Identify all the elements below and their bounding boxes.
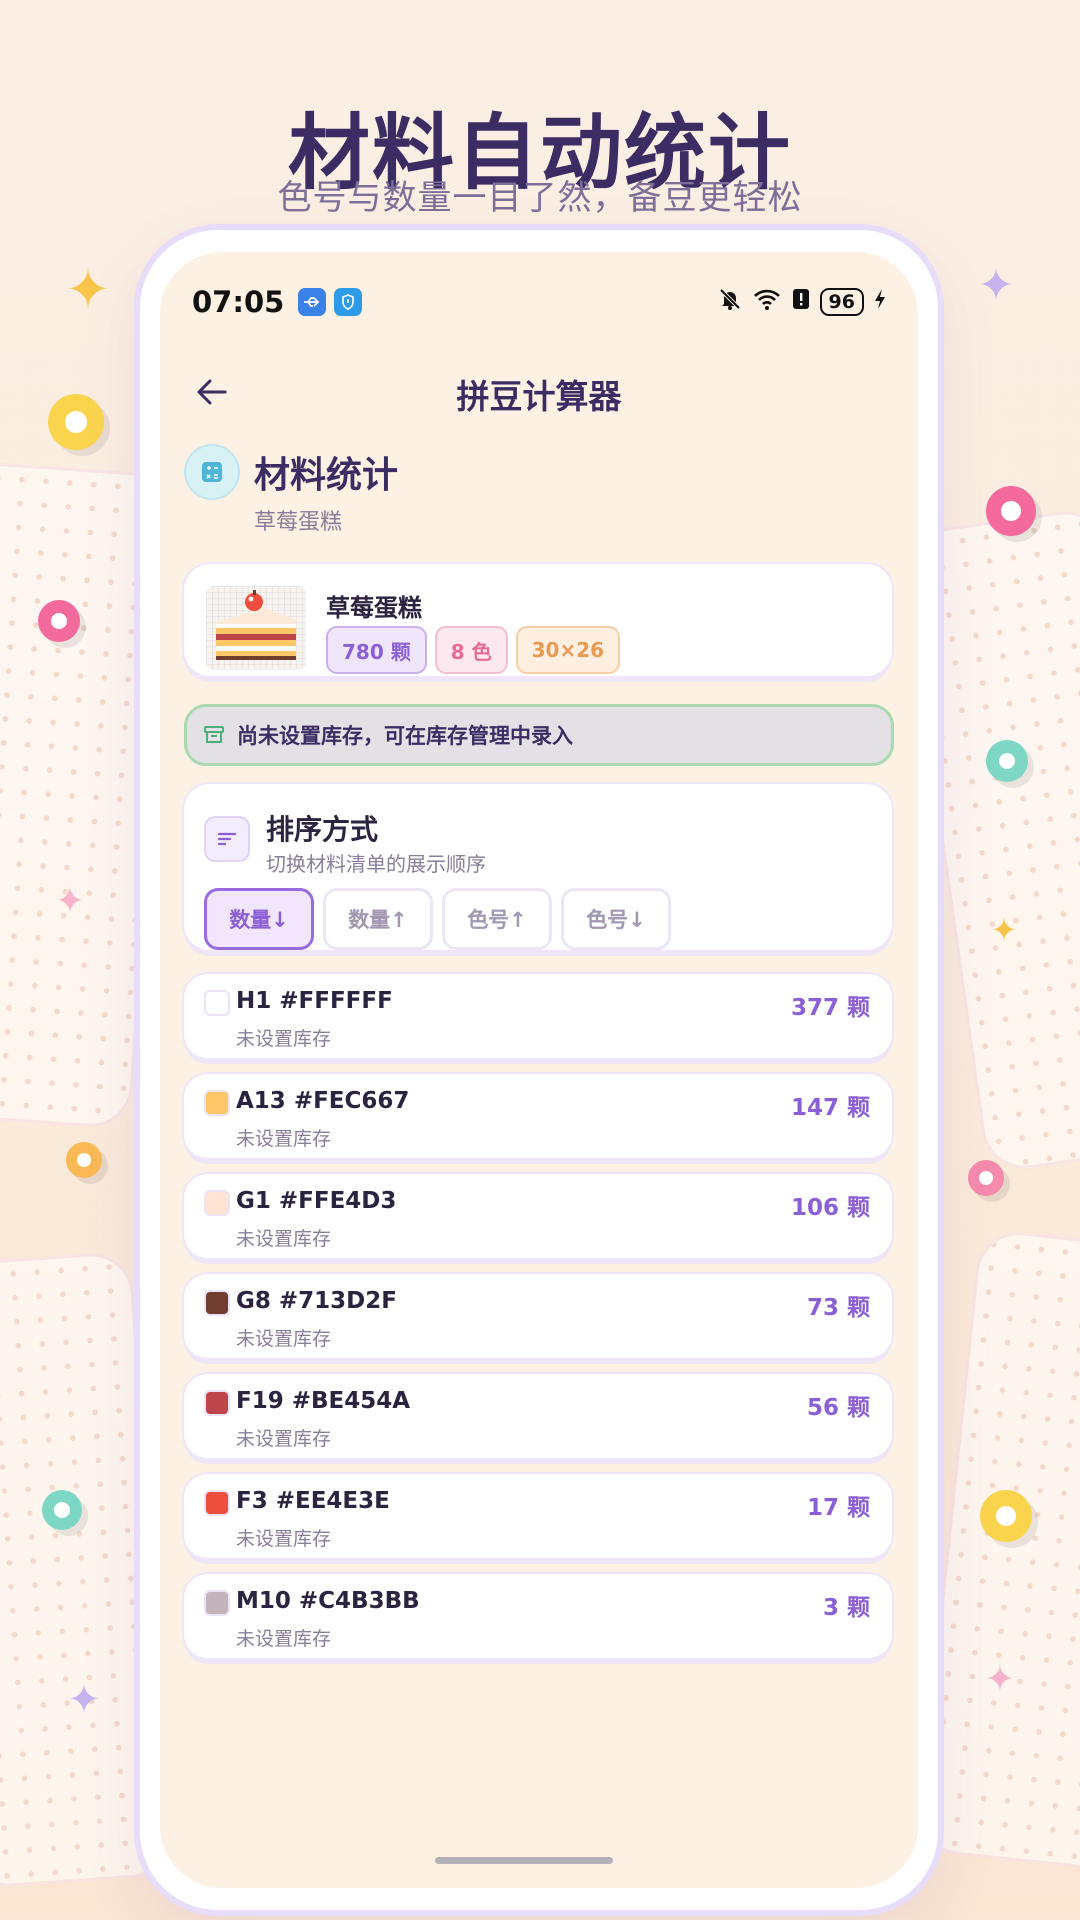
stock-status: 未设置库存	[236, 1028, 332, 1050]
stock-status: 未设置库存	[236, 1428, 332, 1450]
pattern-summary-card[interactable]: 草莓蛋糕 780 颗 8 色 30×26	[184, 564, 892, 676]
list-item[interactable]: G1 #FFE4D3 未设置库存 106 颗	[184, 1174, 892, 1258]
decor-sparkle-lilac: ✦	[977, 260, 1015, 311]
stock-status: 未设置库存	[236, 1128, 332, 1150]
decor-bead-pink-right	[986, 486, 1036, 536]
sort-count-asc-button[interactable]: 数量↑	[323, 888, 433, 950]
inventory-notice[interactable]: 尚未设置库存，可在库存管理中录入	[184, 704, 894, 766]
app-bar: 拼豆计算器	[160, 362, 918, 422]
color-code: A13 #FEC667	[236, 1088, 410, 1114]
list-item[interactable]: M10 #C4B3BB 未设置库存 3 颗	[184, 1574, 892, 1658]
decor-card-right-bottom	[918, 1231, 1080, 1869]
sort-count-desc-button[interactable]: 数量↓	[204, 888, 314, 950]
decor-bead-yellow	[48, 394, 104, 450]
home-indicator[interactable]	[435, 1857, 613, 1864]
sort-card: 排序方式 切换材料清单的展示顺序 数量↓ 数量↑ 色号↑ 色号↓	[184, 784, 892, 950]
bead-count: 377 颗	[790, 995, 870, 1021]
color-code: H1 #FFFFFF	[236, 988, 393, 1014]
size-badge: 30×26	[515, 626, 621, 674]
color-code: G1 #FFE4D3	[236, 1188, 397, 1214]
color-swatch	[204, 1490, 230, 1516]
color-code: F3 #EE4E3E	[236, 1488, 390, 1514]
bead-count: 17 颗	[806, 1495, 870, 1521]
wifi-icon	[752, 287, 782, 317]
status-time: 07:05	[192, 285, 285, 319]
mute-bell-icon	[718, 287, 742, 317]
bead-count: 106 颗	[790, 1195, 870, 1221]
list-item[interactable]: A13 #FEC667 未设置库存 147 颗	[184, 1074, 892, 1158]
bead-count-badge: 780 颗	[326, 626, 427, 674]
list-item[interactable]: G8 #713D2F 未设置库存 73 颗	[184, 1274, 892, 1358]
pattern-name: 草莓蛋糕	[326, 594, 422, 622]
stock-status: 未设置库存	[236, 1628, 332, 1650]
sort-options: 数量↓ 数量↑ 色号↑ 色号↓	[204, 888, 671, 950]
stock-status: 未设置库存	[236, 1228, 332, 1250]
alert-icon	[792, 287, 810, 317]
color-code: G8 #713D2F	[236, 1288, 397, 1314]
color-swatch	[204, 1390, 230, 1416]
color-swatch	[204, 1290, 230, 1316]
decor-sparkle-pink-right: ✦	[984, 1659, 1016, 1700]
color-code: M10 #C4B3BB	[236, 1588, 420, 1614]
decor-sparkle-gold-right: ✦	[990, 911, 1018, 949]
decor-sparkle-gold: ✦	[65, 258, 111, 321]
bead-count: 73 颗	[806, 1295, 870, 1321]
decor-bead-mint	[42, 1490, 82, 1530]
charging-icon	[874, 288, 886, 316]
sort-code-desc-button[interactable]: 色号↓	[561, 888, 671, 950]
list-item[interactable]: H1 #FFFFFF 未设置库存 377 颗	[184, 974, 892, 1058]
pattern-thumbnail	[206, 586, 306, 670]
status-bar: 07:05 96	[192, 282, 886, 322]
battery-icon: 96	[819, 288, 864, 316]
sort-code-asc-button[interactable]: 色号↑	[442, 888, 552, 950]
color-swatch	[204, 1590, 230, 1616]
color-swatch	[204, 990, 230, 1016]
color-swatch	[204, 1090, 230, 1116]
color-code: F19 #BE454A	[236, 1388, 411, 1414]
sort-lines-icon	[204, 816, 250, 862]
color-swatch	[204, 1190, 230, 1216]
pattern-badges: 780 颗 8 色 30×26	[326, 626, 621, 674]
material-list: H1 #FFFFFF 未设置库存 377 颗 A13 #FEC667 未设置库存…	[184, 974, 892, 1674]
sort-subtitle: 切换材料清单的展示顺序	[266, 852, 486, 876]
decor-bead-orange	[66, 1142, 102, 1178]
page-title: 材料统计	[254, 455, 399, 496]
bead-count: 147 颗	[790, 1095, 870, 1121]
phone-frame: 07:05 96 拼豆计算器 材料统计 草莓蛋糕 草莓蛋糕 780 颗 8 色 …	[140, 230, 938, 1910]
notice-text: 尚未设置库存，可在库存管理中录入	[237, 724, 573, 748]
decor-sparkle-pink: ✦	[54, 881, 86, 922]
bead-count: 3 颗	[822, 1595, 870, 1621]
bead-count: 56 颗	[806, 1395, 870, 1421]
decor-bead-mint-right	[986, 740, 1028, 782]
shield-icon	[334, 288, 363, 316]
page-subtitle: 草莓蛋糕	[254, 510, 343, 535]
sort-title: 排序方式	[266, 813, 379, 846]
decor-bead-pink	[38, 600, 80, 642]
stock-status: 未设置库存	[236, 1528, 332, 1550]
decor-bead-pink-small	[968, 1160, 1004, 1196]
list-item[interactable]: F3 #EE4E3E 未设置库存 17 颗	[184, 1474, 892, 1558]
calculator-icon	[184, 444, 240, 500]
app-bar-title: 拼豆计算器	[456, 377, 622, 416]
section-header: 材料统计 草莓蛋糕	[184, 444, 894, 544]
decor-sparkle-lilac-left: ✦	[67, 1677, 101, 1723]
decor-bead-yellow-right	[980, 1490, 1032, 1542]
color-count-badge: 8 色	[434, 626, 508, 674]
archive-icon	[203, 725, 225, 745]
banner-subtitle: 色号与数量一目了然，备豆更轻松	[277, 178, 803, 218]
usb-icon	[298, 288, 327, 316]
app-screen: 07:05 96 拼豆计算器 材料统计 草莓蛋糕 草莓蛋糕 780 颗 8 色 …	[160, 252, 918, 1888]
list-item[interactable]: F19 #BE454A 未设置库存 56 颗	[184, 1374, 892, 1458]
stock-status: 未设置库存	[236, 1328, 332, 1350]
